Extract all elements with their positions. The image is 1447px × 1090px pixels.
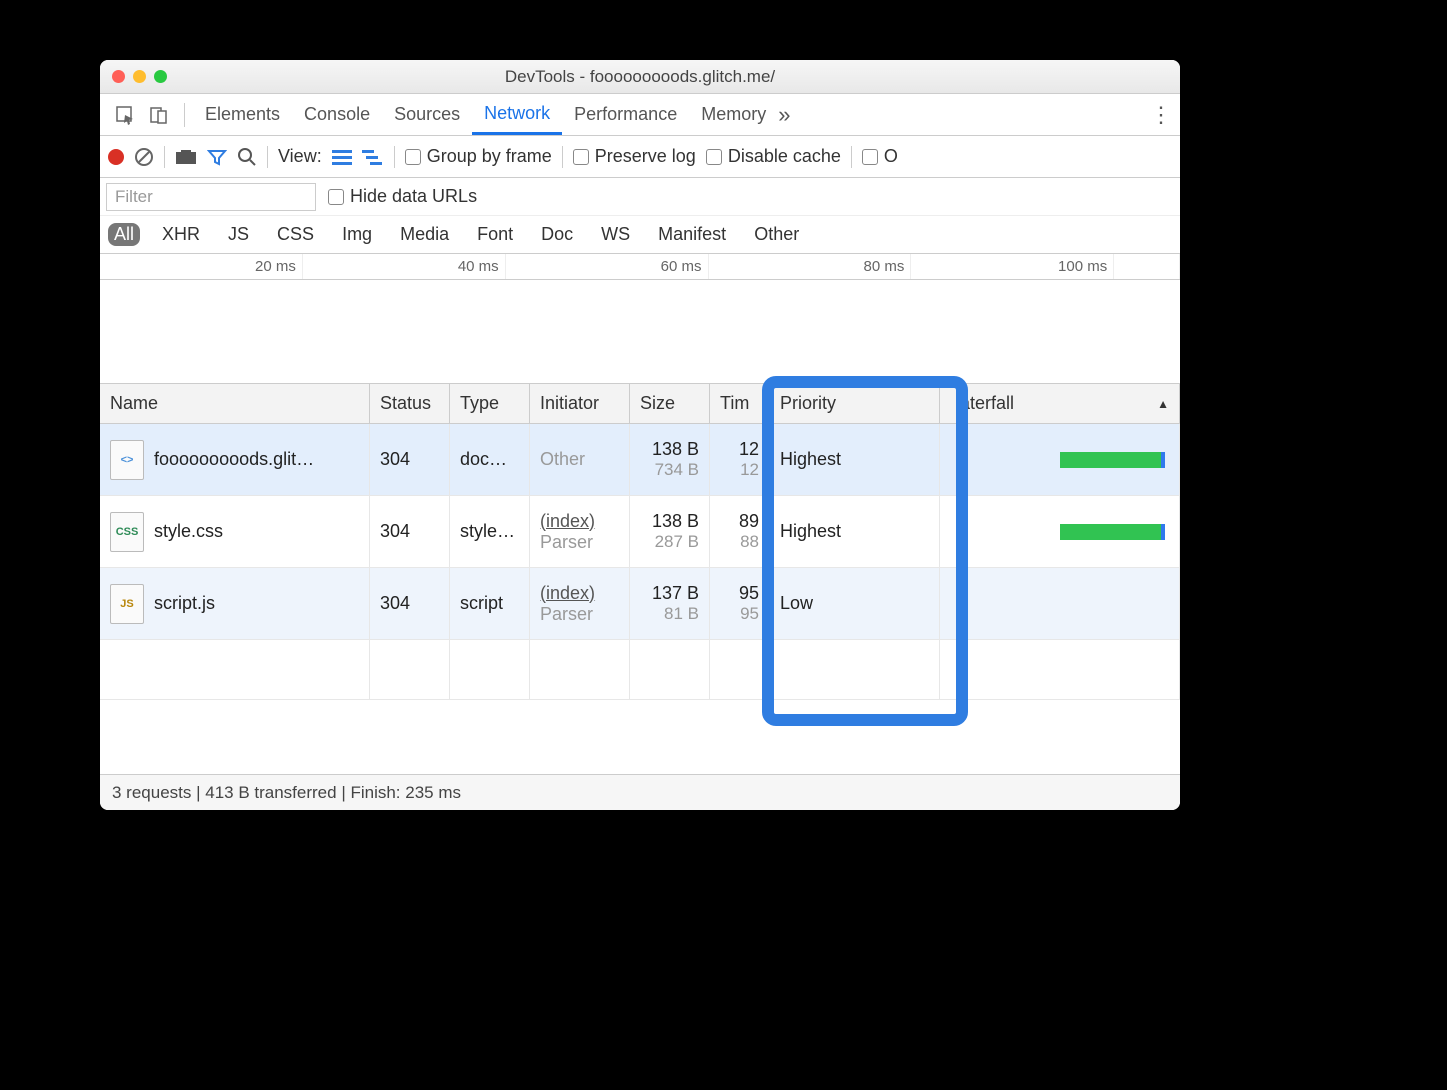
cell-status: 304 xyxy=(370,424,450,495)
tab-network[interactable]: Network xyxy=(472,94,562,135)
requests-table: Name Status Type Initiator Size Tim Prio… xyxy=(100,384,1180,774)
tab-performance[interactable]: Performance xyxy=(562,94,689,135)
tab-memory[interactable]: Memory xyxy=(689,94,778,135)
screenshots-icon[interactable] xyxy=(175,149,197,165)
col-type[interactable]: Type xyxy=(450,384,530,423)
type-filter-other[interactable]: Other xyxy=(748,223,805,246)
view-label: View: xyxy=(278,146,322,167)
type-filter-doc[interactable]: Doc xyxy=(535,223,579,246)
network-toolbar: View: Group by frame Preserve log Disabl… xyxy=(100,136,1180,178)
titlebar: DevTools - fooooooooods.glitch.me/ xyxy=(100,60,1180,94)
type-filter-media[interactable]: Media xyxy=(394,223,455,246)
type-filter-js[interactable]: JS xyxy=(222,223,255,246)
col-time[interactable]: Tim xyxy=(710,384,770,423)
clear-icon[interactable] xyxy=(134,147,154,167)
file-name: style.css xyxy=(154,521,223,542)
col-initiator[interactable]: Initiator xyxy=(530,384,630,423)
file-name: script.js xyxy=(154,593,215,614)
device-toolbar-icon[interactable] xyxy=(148,104,170,126)
cell-size: 138 B287 B xyxy=(630,496,710,567)
timeline-overview[interactable]: 20 ms40 ms60 ms80 ms100 ms xyxy=(100,254,1180,384)
cell-priority: Low xyxy=(770,568,940,639)
timeline-tick: 60 ms xyxy=(506,254,709,279)
cell-time: 9595 xyxy=(710,568,770,639)
filter-input[interactable]: Filter xyxy=(106,183,316,211)
type-filter-font[interactable]: Font xyxy=(471,223,519,246)
filter-icon[interactable] xyxy=(207,147,227,167)
type-filter-all[interactable]: All xyxy=(108,223,140,246)
col-status[interactable]: Status xyxy=(370,384,450,423)
cell-type: style… xyxy=(450,496,530,567)
tab-console[interactable]: Console xyxy=(292,94,382,135)
group-by-frame-checkbox[interactable]: Group by frame xyxy=(405,146,552,167)
col-name[interactable]: Name xyxy=(100,384,370,423)
col-waterfall[interactable]: aterfall xyxy=(940,384,1180,423)
col-priority[interactable]: Priority xyxy=(770,384,940,423)
status-summary: 3 requests | 413 B transferred | Finish:… xyxy=(112,783,461,803)
cell-size: 137 B81 B xyxy=(630,568,710,639)
timeline-tick: 20 ms xyxy=(100,254,303,279)
tab-elements[interactable]: Elements xyxy=(193,94,292,135)
window-title: DevTools - fooooooooods.glitch.me/ xyxy=(100,67,1180,87)
cell-waterfall xyxy=(940,568,1180,639)
minimize-icon[interactable] xyxy=(133,70,146,83)
timeline-tick: 100 ms xyxy=(911,254,1114,279)
type-filter-img[interactable]: Img xyxy=(336,223,378,246)
cell-priority: Highest xyxy=(770,424,940,495)
cell-initiator: (index)Parser xyxy=(530,568,630,639)
file-icon: CSS xyxy=(110,512,144,552)
cell-initiator: Other xyxy=(530,424,630,495)
disable-cache-checkbox[interactable]: Disable cache xyxy=(706,146,841,167)
cell-waterfall xyxy=(940,424,1180,495)
tab-sources[interactable]: Sources xyxy=(382,94,472,135)
cell-initiator: (index)Parser xyxy=(530,496,630,567)
cell-status: 304 xyxy=(370,496,450,567)
type-filter-css[interactable]: CSS xyxy=(271,223,320,246)
cell-waterfall xyxy=(940,496,1180,567)
timeline-tick: 80 ms xyxy=(709,254,912,279)
file-icon: <> xyxy=(110,440,144,480)
timeline-tick: 40 ms xyxy=(303,254,506,279)
table-row[interactable]: <> fooooooooods.glit… 304doc…Other138 B734… xyxy=(100,424,1180,496)
panel-tabs: ElementsConsoleSourcesNetworkPerformance… xyxy=(100,94,1180,136)
tabs-overflow-icon[interactable]: » xyxy=(778,102,790,128)
table-header[interactable]: Name Status Type Initiator Size Tim Prio… xyxy=(100,384,1180,424)
cell-priority: Highest xyxy=(770,496,940,567)
table-row[interactable]: CSS style.css 304style…(index)Parser138 B2… xyxy=(100,496,1180,568)
waterfall-view-icon[interactable] xyxy=(362,148,384,166)
search-icon[interactable] xyxy=(237,147,257,167)
type-filter-xhr[interactable]: XHR xyxy=(156,223,206,246)
record-button[interactable] xyxy=(108,149,124,165)
preserve-log-checkbox[interactable]: Preserve log xyxy=(573,146,696,167)
close-icon[interactable] xyxy=(112,70,125,83)
large-rows-icon[interactable] xyxy=(332,148,352,166)
resource-type-filters: All XHR JS CSS Img Media Font Doc WS Manifest Othe… xyxy=(100,216,1180,254)
cell-type: doc… xyxy=(450,424,530,495)
file-name: fooooooooods.glit… xyxy=(154,449,314,470)
type-filter-ws[interactable]: WS xyxy=(595,223,636,246)
devtools-window: DevTools - fooooooooods.glitch.me/ Eleme… xyxy=(100,60,1180,810)
inspect-element-icon[interactable] xyxy=(114,104,136,126)
file-icon: JS xyxy=(110,584,144,624)
filter-row: Filter Hide data URLs xyxy=(100,178,1180,216)
cell-time: 8988 xyxy=(710,496,770,567)
offline-checkbox-truncated[interactable]: O xyxy=(862,146,898,167)
more-menu-icon[interactable]: ⋮ xyxy=(1150,102,1172,128)
cell-size: 138 B734 B xyxy=(630,424,710,495)
cell-time: 1212 xyxy=(710,424,770,495)
status-bar: 3 requests | 413 B transferred | Finish:… xyxy=(100,774,1180,810)
type-filter-manifest[interactable]: Manifest xyxy=(652,223,732,246)
cell-type: script xyxy=(450,568,530,639)
traffic-lights xyxy=(112,70,167,83)
col-size[interactable]: Size xyxy=(630,384,710,423)
hide-data-urls-checkbox[interactable]: Hide data URLs xyxy=(328,186,477,207)
maximize-icon[interactable] xyxy=(154,70,167,83)
table-row[interactable]: JS script.js 304script(index)Parser137 B81… xyxy=(100,568,1180,640)
cell-status: 304 xyxy=(370,568,450,639)
